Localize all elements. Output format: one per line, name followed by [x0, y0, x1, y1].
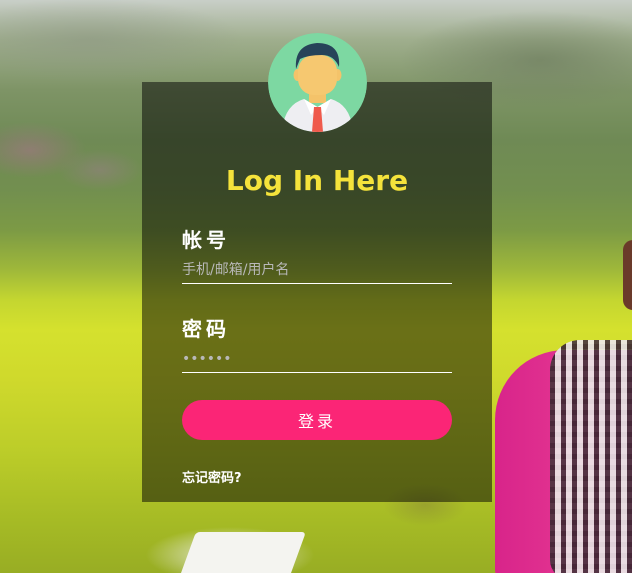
- background-paper: [174, 532, 306, 573]
- password-input[interactable]: [182, 346, 452, 373]
- username-label: 帐号: [182, 228, 230, 252]
- password-label: 密码: [182, 317, 230, 341]
- person-scarf: [550, 340, 632, 573]
- background-person: [495, 240, 632, 573]
- person-hair: [623, 240, 632, 310]
- login-title: Log In Here: [225, 164, 409, 197]
- user-avatar-icon: [268, 33, 367, 132]
- login-panel: Log In Here 帐号 密码 登录 忘记密码?: [142, 82, 492, 502]
- login-button[interactable]: 登录: [182, 400, 452, 440]
- username-input[interactable]: [182, 257, 452, 284]
- forgot-password-link[interactable]: 忘记密码?: [182, 467, 242, 486]
